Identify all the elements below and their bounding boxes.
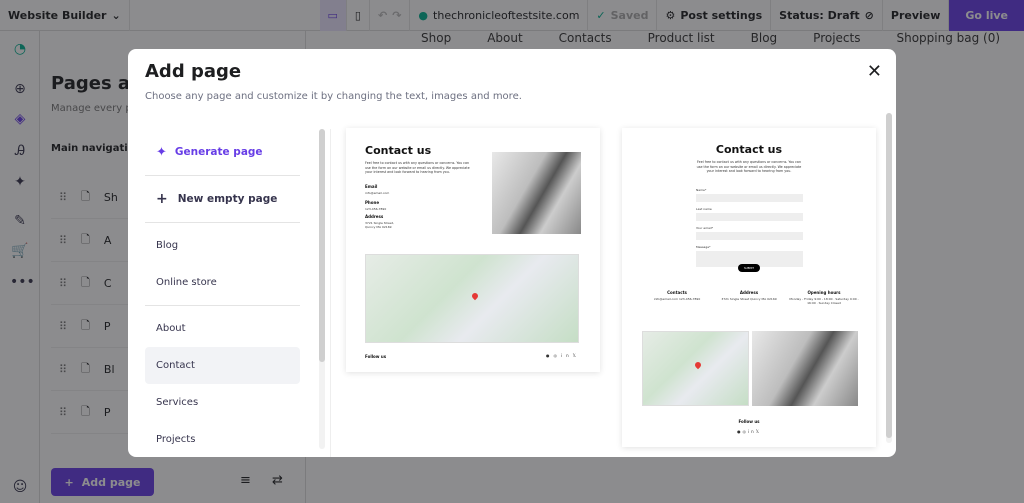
- list-scrollbar[interactable]: [319, 129, 325, 449]
- page-type-list: ✦ Generate page + New empty page Blog Onlin…: [145, 129, 300, 457]
- social-icons: ●◎in𝕏: [737, 429, 761, 434]
- close-icon[interactable]: ✕: [867, 61, 882, 82]
- form-field: [696, 194, 803, 202]
- hours-value: Monday - Friday 9:00 - 18:00 · Saturday …: [789, 297, 859, 305]
- form-field-label: Last name: [696, 207, 712, 211]
- address-value: 3721 Single Street, Quincy MA 02169: [365, 221, 394, 229]
- map-pin-icon: [693, 360, 703, 370]
- form-field-label: Name*: [696, 188, 707, 192]
- phone-value: 123-456-7890: [365, 207, 387, 211]
- sparkle-icon: ✦: [156, 144, 167, 160]
- submit-button: SUBMIT: [738, 264, 760, 272]
- form-field-label: Message*: [696, 245, 711, 249]
- template-preview-1[interactable]: Contact us Feel free to contact us with …: [346, 128, 600, 372]
- page-type-projects[interactable]: Projects: [145, 421, 300, 457]
- form-field: [696, 213, 803, 221]
- contact-form: Name* Last name Your email* Message*: [696, 188, 803, 272]
- form-field-label: Your email*: [696, 226, 714, 230]
- form-field: [696, 232, 803, 240]
- preview-title: Contact us: [715, 143, 783, 156]
- email-value: info@email.com: [365, 191, 390, 195]
- social-icons: ●◎in𝕏: [546, 353, 580, 358]
- generate-page-label: Generate page: [174, 146, 263, 158]
- new-empty-page-label: New empty page: [177, 193, 278, 205]
- new-empty-page-button[interactable]: + New empty page: [145, 176, 300, 222]
- generate-page-button[interactable]: ✦ Generate page: [145, 129, 300, 175]
- map-image: [365, 254, 579, 343]
- architecture-image: [492, 152, 581, 234]
- preview-title: Contact us: [365, 144, 432, 157]
- phone-label: Phone: [365, 200, 380, 205]
- preview-scrollbar[interactable]: [886, 113, 892, 443]
- address-label: Address: [365, 214, 384, 219]
- address-value: 3721 Single Street Quincy MA 02169: [721, 297, 777, 301]
- page-type-blog[interactable]: Blog: [145, 227, 300, 264]
- map-image: [642, 331, 749, 406]
- page-type-services[interactable]: Services: [145, 384, 300, 421]
- architecture-image: [752, 331, 858, 406]
- plus-icon: +: [156, 191, 168, 207]
- add-page-modal: Add page Choose any page and customize i…: [128, 49, 896, 457]
- follow-us-label: Follow us: [738, 419, 760, 424]
- preview-intro: Feel free to contact us with any questio…: [696, 160, 802, 174]
- page-type-online-store[interactable]: Online store: [145, 264, 300, 301]
- preview-intro: Feel free to contact us with any questio…: [365, 161, 470, 175]
- contacts-label: Contacts: [667, 290, 687, 295]
- address-label: Address: [739, 290, 759, 295]
- template-preview-2[interactable]: Contact us Feel free to contact us with …: [622, 128, 876, 447]
- modal-title: Add page: [145, 61, 242, 82]
- hours-label: Opening hours: [807, 290, 841, 295]
- email-label: Email: [365, 184, 378, 189]
- follow-us-label: Follow us: [365, 354, 387, 359]
- page-type-contact[interactable]: Contact: [145, 347, 300, 384]
- page-type-about[interactable]: About: [145, 310, 300, 347]
- map-pin-icon: [470, 291, 480, 301]
- contacts-value: info@email.com 123-456-7890: [653, 297, 701, 301]
- modal-subtitle: Choose any page and customize it by chan…: [145, 91, 522, 102]
